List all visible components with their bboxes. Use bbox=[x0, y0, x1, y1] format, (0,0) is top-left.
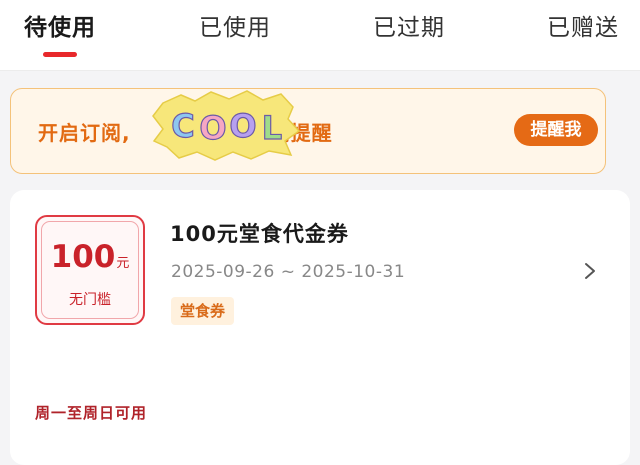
svg-text:C: C bbox=[171, 107, 194, 145]
active-tab-indicator bbox=[43, 52, 77, 57]
coupon-amount: 100元 bbox=[37, 239, 143, 275]
coupon-type-tag: 堂食券 bbox=[171, 297, 235, 325]
banner-text-before: 开启订阅, bbox=[38, 121, 131, 145]
coupon-threshold: 无门槛 bbox=[69, 292, 111, 308]
tab-unused[interactable]: 待使用 bbox=[24, 8, 96, 42]
subscription-banner: 开启订阅,到期提醒 C O O L 提醒我 bbox=[10, 88, 606, 174]
tab-used[interactable]: 已使用 bbox=[199, 8, 271, 42]
tab-gifted[interactable]: 已赠送 bbox=[547, 8, 619, 42]
cool-sticker-icon: C O O L bbox=[152, 90, 301, 161]
tab-expired[interactable]: 已过期 bbox=[373, 8, 445, 42]
remind-me-button[interactable]: 提醒我 bbox=[514, 114, 598, 146]
coupon-amount-value: 100 bbox=[50, 239, 116, 275]
svg-text:O: O bbox=[229, 107, 256, 145]
svg-text:L: L bbox=[262, 109, 282, 147]
coupon-usage-note: 周一至周日可用 bbox=[35, 404, 148, 422]
svg-text:O: O bbox=[199, 109, 226, 147]
coupon-card[interactable]: 100元 无门槛 100元堂食代金券 2025-09-26 ~ 2025-10-… bbox=[10, 190, 630, 465]
coupon-amount-box: 100元 无门槛 bbox=[35, 215, 145, 325]
coupon-amount-unit: 元 bbox=[116, 256, 130, 271]
chevron-right-icon[interactable] bbox=[582, 260, 598, 282]
coupon-title: 100元堂食代金券 bbox=[170, 222, 349, 246]
coupon-validity-dates: 2025-09-26 ~ 2025-10-31 bbox=[171, 262, 406, 282]
tab-bar: 待使用 已使用 已过期 已赠送 bbox=[0, 0, 640, 71]
